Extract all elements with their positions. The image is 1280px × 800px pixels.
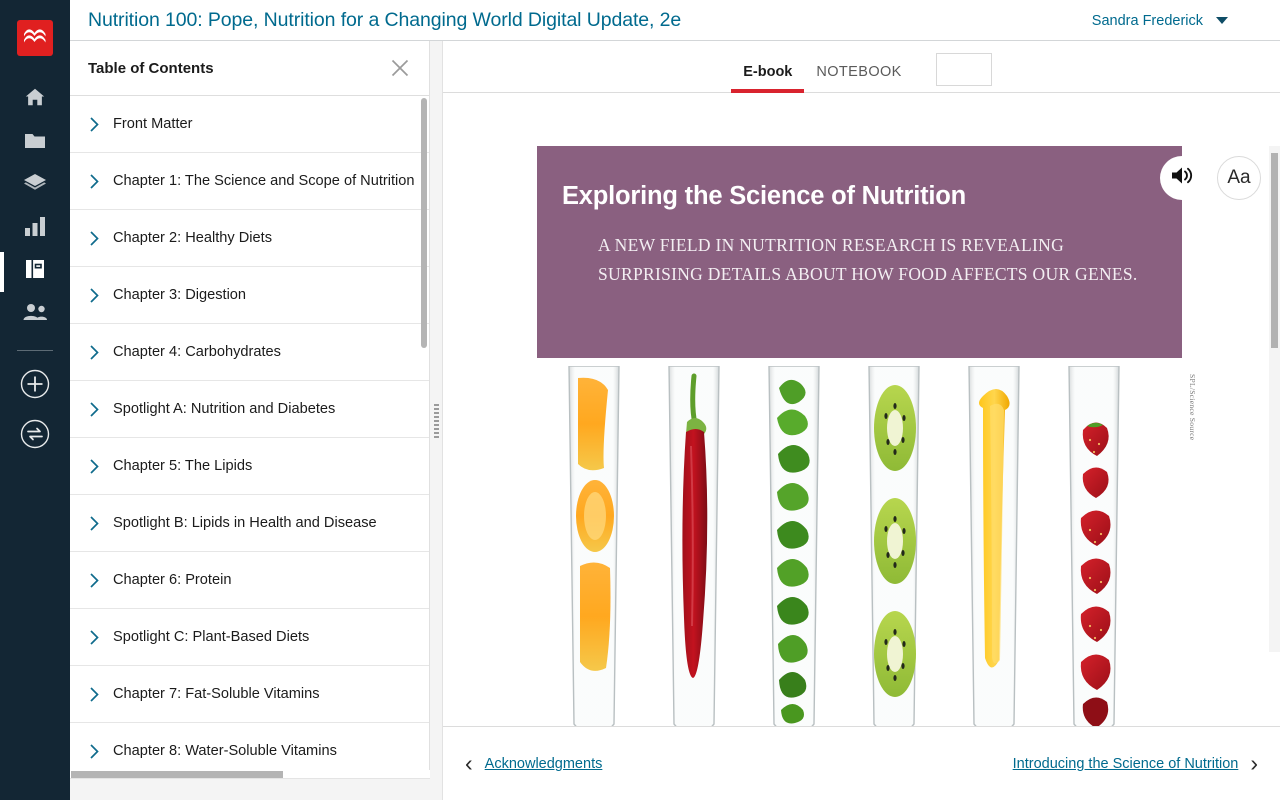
macmillan-logo-icon[interactable] xyxy=(17,20,53,56)
toc-item-label: Chapter 4: Carbohydrates xyxy=(113,344,281,360)
user-name-label: Sandra Frederick xyxy=(1091,12,1203,29)
toc-item[interactable]: Chapter 5: The Lipids xyxy=(70,438,429,495)
toc-item-label: Chapter 6: Protein xyxy=(113,572,232,588)
reader-scrollbar-thumb[interactable] xyxy=(1271,153,1278,348)
chevron-right-icon xyxy=(90,401,112,417)
hero-heading: Exploring the Science of Nutrition xyxy=(562,182,967,210)
chevron-right-icon xyxy=(90,629,112,645)
chapter-opening-figure: SPL/Science Source xyxy=(537,365,1197,726)
page-navigation: ‹ Acknowledgments Introducing the Scienc… xyxy=(443,726,1280,800)
sidebar-item-resources[interactable] xyxy=(0,121,70,164)
rail-divider xyxy=(17,350,53,351)
chevron-right-icon xyxy=(90,116,112,132)
toc-item-label: Spotlight B: Lipids in Health and Diseas… xyxy=(113,515,377,531)
tab-notebook-label: NOTEBOOK xyxy=(816,64,902,80)
toc-item[interactable]: Front Matter xyxy=(70,96,429,153)
toc-item-label: Chapter 1: The Science and Scope of Nutr… xyxy=(113,173,415,189)
home-icon xyxy=(24,86,46,113)
chevron-right-icon xyxy=(90,458,112,474)
font-settings-label: Aa xyxy=(1227,167,1251,188)
toc-item-label: Chapter 5: The Lipids xyxy=(113,458,253,474)
font-settings-button[interactable]: Aa xyxy=(1217,156,1261,200)
chapter-hero-banner: Exploring the Science of Nutrition A NEW… xyxy=(537,146,1204,358)
tab-notebook[interactable]: NOTEBOOK xyxy=(804,64,913,92)
toc-item-label: Front Matter xyxy=(113,116,193,132)
toc-title: Table of Contents xyxy=(88,59,214,77)
layers-icon xyxy=(23,172,47,199)
switch-course-button[interactable] xyxy=(0,411,70,461)
toc-item-label: Spotlight A: Nutrition and Diabetes xyxy=(113,401,336,417)
toc-item[interactable]: Spotlight C: Plant-Based Diets xyxy=(70,609,429,666)
read-aloud-button[interactable] xyxy=(1160,156,1204,200)
toc-item-label: Chapter 2: Healthy Diets xyxy=(113,230,272,246)
sidebar-item-gradebook[interactable] xyxy=(0,207,70,250)
toc-item[interactable]: Chapter 7: Fat-Soluble Vitamins xyxy=(70,666,429,723)
toc-footer xyxy=(70,778,430,800)
sidebar-item-assignments[interactable] xyxy=(0,164,70,207)
test-tubes-image xyxy=(557,365,1157,726)
toc-item[interactable]: Spotlight B: Lipids in Health and Diseas… xyxy=(70,495,429,552)
toc-horizontal-scrollbar-thumb[interactable] xyxy=(71,771,283,778)
ebook-reader-panel: E-book NOTEBOOK Exploring the Science of… xyxy=(442,41,1280,800)
chevron-left-icon: ‹ xyxy=(465,750,473,776)
page-content: Exploring the Science of Nutrition A NEW… xyxy=(443,93,1280,726)
toc-item[interactable]: Spotlight A: Nutrition and Diabetes xyxy=(70,381,429,438)
swap-circle-icon xyxy=(20,419,50,454)
chevron-right-icon xyxy=(90,572,112,588)
user-menu[interactable]: Sandra Frederick xyxy=(1092,0,1228,41)
reader-tabbar: E-book NOTEBOOK xyxy=(443,41,1280,93)
chevron-right-icon xyxy=(90,686,112,702)
toc-header: Table of Contents xyxy=(70,41,429,96)
toc-item[interactable]: Chapter 4: Carbohydrates xyxy=(70,324,429,381)
toc-vertical-scrollbar[interactable] xyxy=(421,98,427,348)
previous-page-label[interactable]: Acknowledgments xyxy=(485,756,603,772)
hero-subheading: A NEW FIELD IN NUTRITION RESEARCH IS REV… xyxy=(598,235,1138,284)
rail-icon-list xyxy=(0,78,70,336)
chevron-right-icon xyxy=(90,344,112,360)
sidebar-item-ebook[interactable] xyxy=(0,250,70,293)
tab-ebook[interactable]: E-book xyxy=(731,64,805,93)
plus-circle-icon xyxy=(20,369,50,404)
sidebar-item-roster[interactable] xyxy=(0,293,70,336)
toc-list[interactable]: Front Matter Chapter 1: The Science and … xyxy=(70,96,429,800)
panel-resize-handle[interactable] xyxy=(430,41,442,800)
toc-item-label: Chapter 8: Water-Soluble Vitamins xyxy=(113,743,337,759)
image-credit: SPL/Science Source xyxy=(1188,374,1197,441)
toc-item-label: Chapter 7: Fat-Soluble Vitamins xyxy=(113,686,320,702)
chevron-right-icon xyxy=(90,515,112,531)
previous-page-button[interactable]: ‹ Acknowledgments xyxy=(465,752,602,775)
left-nav-rail xyxy=(0,0,70,800)
toc-item[interactable]: Chapter 6: Protein xyxy=(70,552,429,609)
next-page-button[interactable]: Introducing the Science of Nutrition › xyxy=(1013,752,1258,775)
page-scroll-area[interactable]: Exploring the Science of Nutrition A NEW… xyxy=(443,93,1280,726)
book-icon xyxy=(24,258,46,285)
folder-icon xyxy=(23,130,47,156)
grip-dots-icon xyxy=(433,403,439,438)
bar-chart-icon xyxy=(24,216,46,241)
chevron-right-icon: › xyxy=(1250,750,1258,776)
chevron-right-icon xyxy=(90,230,112,246)
toc-item-label: Chapter 3: Digestion xyxy=(113,287,247,303)
add-button[interactable] xyxy=(0,361,70,411)
people-icon xyxy=(22,303,48,326)
next-page-label[interactable]: Introducing the Science of Nutrition xyxy=(1013,756,1239,772)
speaker-icon xyxy=(1170,165,1194,191)
close-icon[interactable] xyxy=(389,57,411,79)
top-bar: Nutrition 100: Pope, Nutrition for a Cha… xyxy=(70,0,1280,41)
app-root: Nutrition 100: Pope, Nutrition for a Cha… xyxy=(0,0,1280,800)
chevron-right-icon xyxy=(90,287,112,303)
chevron-down-icon xyxy=(1216,17,1228,24)
page-title: Nutrition 100: Pope, Nutrition for a Cha… xyxy=(88,8,682,31)
toc-item[interactable]: Chapter 3: Digestion xyxy=(70,267,429,324)
main-body: Table of Contents Front Matter Chapter 1… xyxy=(70,41,1280,800)
toc-item-label: Spotlight C: Plant-Based Diets xyxy=(113,629,310,645)
chevron-right-icon xyxy=(90,173,112,189)
tab-placeholder-box[interactable] xyxy=(935,53,992,86)
sidebar-item-home[interactable] xyxy=(0,78,70,121)
chevron-right-icon xyxy=(90,743,112,759)
toc-item[interactable]: Chapter 1: The Science and Scope of Nutr… xyxy=(70,153,429,210)
tab-ebook-label: E-book xyxy=(743,64,793,80)
table-of-contents-panel: Table of Contents Front Matter Chapter 1… xyxy=(70,41,430,800)
toc-item[interactable]: Chapter 2: Healthy Diets xyxy=(70,210,429,267)
